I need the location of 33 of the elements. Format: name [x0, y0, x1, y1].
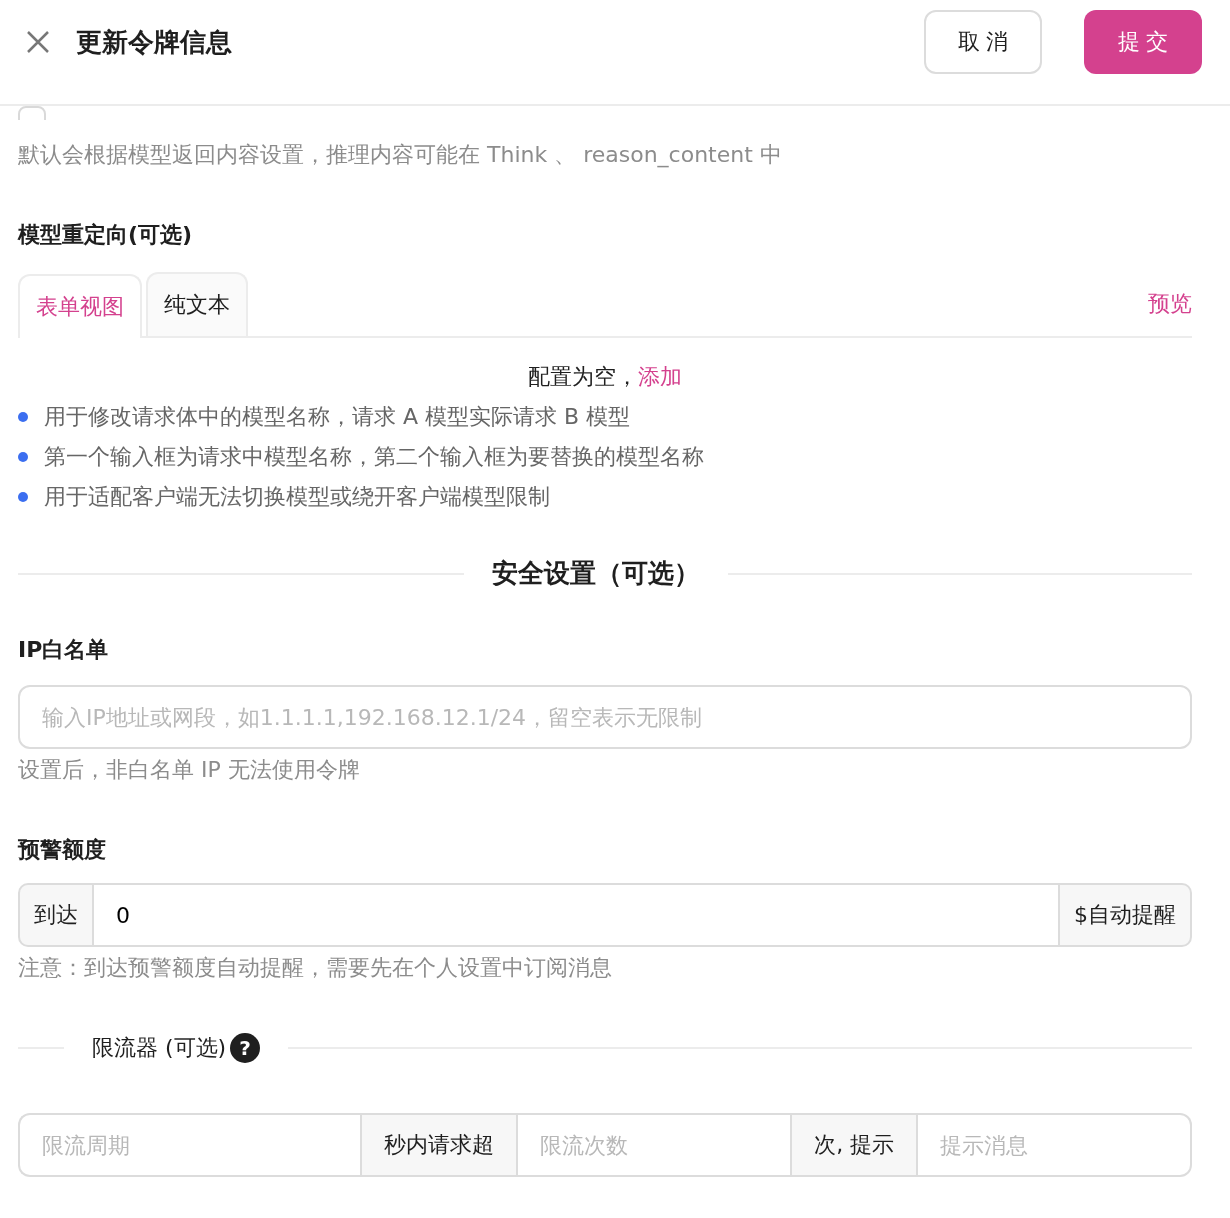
add-link[interactable]: 添加	[638, 364, 682, 389]
help-icon[interactable]: ?	[230, 1033, 261, 1063]
bullet-icon	[18, 492, 28, 502]
section-title: 限流器 (可选)	[92, 1034, 227, 1062]
addon-label: 秒内请求超	[360, 1113, 519, 1177]
bullet-icon	[18, 452, 28, 462]
ip-whitelist-field[interactable]: 输入IP地址或网段，如1.1.1.1,192.168.12.1/24，留空表示无限制	[18, 685, 1192, 749]
cancel-button[interactable]: 取 消	[924, 10, 1042, 74]
field-label: 预警额度	[18, 836, 107, 864]
addon-label: 次, 提示	[790, 1113, 919, 1177]
note-text: 第一个输入框为请求中模型名称，第二个输入框为要替换的模型名称	[44, 443, 704, 471]
bullet-icon	[18, 412, 28, 422]
close-icon[interactable]	[26, 30, 50, 54]
tab[interactable]: 表单视图	[18, 274, 142, 338]
submit-button[interactable]: 提 交	[1084, 10, 1202, 74]
tab[interactable]: 纯文本	[146, 272, 248, 336]
note-text: 用于适配客户端无法切换模型或绕开客户端模型限制	[44, 483, 550, 511]
suffix-label: $自动提醒	[1058, 883, 1192, 947]
field-label: 模型重定向(可选)	[18, 221, 194, 249]
section-title: 安全设置（可选）	[492, 557, 700, 590]
alert-amount-field[interactable]: 0	[94, 883, 1058, 947]
preview-link[interactable]: 预览	[1148, 289, 1192, 319]
input-field[interactable]: 限流次数	[518, 1113, 791, 1177]
note-text: 用于修改请求体中的模型名称，请求 A 模型实际请求 B 模型	[44, 403, 631, 431]
empty-message: 配置为空，	[528, 364, 638, 389]
hint-text: 默认会根据模型返回内容设置，推理内容可能在 Think 、 reason_content 中	[18, 141, 783, 170]
field-label: IP白名单	[18, 636, 110, 664]
prefix-label: 到达	[18, 883, 94, 947]
hint-text: 注意：到达预警额度自动提醒，需要先在个人设置中订阅消息	[18, 954, 613, 982]
hint-text: 设置后，非白名单 IP 无法使用令牌	[18, 756, 361, 784]
dialog-title: 更新令牌信息	[76, 25, 233, 59]
input-field[interactable]: 限流周期	[18, 1113, 361, 1177]
input-field[interactable]: 提示消息	[918, 1113, 1192, 1177]
